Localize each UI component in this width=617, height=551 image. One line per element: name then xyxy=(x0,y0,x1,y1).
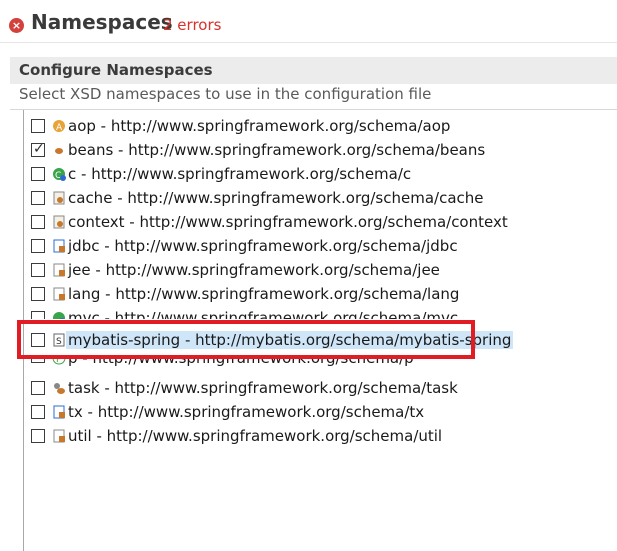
namespace-row-context[interactable]: context - http://www.springframework.org… xyxy=(24,211,617,235)
jdbc-icon xyxy=(51,238,67,254)
namespace-label: tx - http://www.springframework.org/sche… xyxy=(68,403,425,421)
namespace-row-jdbc[interactable]: jdbc - http://www.springframework.org/sc… xyxy=(24,235,617,259)
checkbox[interactable] xyxy=(31,381,45,395)
error-count[interactable]: 2 errors xyxy=(163,16,221,34)
namespace-row-util[interactable]: util - http://www.springframework.org/sc… xyxy=(24,425,617,449)
bean-icon xyxy=(51,142,67,158)
checkbox[interactable] xyxy=(31,405,45,419)
checkbox[interactable] xyxy=(31,287,45,301)
checkmark-icon: ✓ xyxy=(33,141,45,157)
namespace-label: aop - http://www.springframework.org/sch… xyxy=(68,117,451,135)
namespace-row-lang[interactable]: lang - http://www.springframework.org/sc… xyxy=(24,283,617,307)
namespace-label: jdbc - http://www.springframework.org/sc… xyxy=(68,237,458,255)
namespace-label: util - http://www.springframework.org/sc… xyxy=(68,427,443,445)
namespace-label: beans - http://www.springframework.org/s… xyxy=(68,141,486,159)
namespace-row-cache[interactable]: cache - http://www.springframework.org/s… xyxy=(24,187,617,211)
jee-icon xyxy=(51,262,67,278)
namespace-row-jee[interactable]: jee - http://www.springframework.org/sch… xyxy=(24,259,617,283)
namespace-row-beans[interactable]: ✓ beans - http://www.springframework.org… xyxy=(24,139,617,163)
namespace-row-mvc[interactable]: mvc - http://www.springframework.org/sch… xyxy=(24,307,617,319)
task-icon xyxy=(51,380,67,396)
svg-text:C: C xyxy=(55,171,61,181)
namespace-label: jee - http://www.springframework.org/sch… xyxy=(68,261,440,279)
checkbox[interactable] xyxy=(31,263,45,277)
checkbox[interactable] xyxy=(31,215,45,229)
aop-icon: A xyxy=(51,118,67,134)
namespace-row-tx[interactable]: tx - http://www.springframework.org/sche… xyxy=(24,401,617,425)
tx-icon xyxy=(51,404,67,420)
cache-icon xyxy=(51,190,67,206)
context-icon xyxy=(51,214,67,230)
namespace-label: lang - http://www.springframework.org/sc… xyxy=(68,285,460,303)
namespace-row-c[interactable]: C c - http://www.springframework.org/sch… xyxy=(24,163,617,187)
header-divider xyxy=(0,42,617,43)
util-icon xyxy=(51,428,67,444)
namespace-label: mvc - http://www.springframework.org/sch… xyxy=(68,309,459,319)
lang-icon xyxy=(51,286,67,302)
section-description: Select XSD namespaces to use in the conf… xyxy=(19,85,432,103)
mvc-icon xyxy=(51,310,67,319)
namespace-label: c - http://www.springframework.org/schem… xyxy=(68,165,412,183)
checkbox[interactable] xyxy=(31,119,45,133)
section-title: Configure Namespaces xyxy=(19,61,213,79)
namespace-label: cache - http://www.springframework.org/s… xyxy=(68,189,484,207)
namespace-row-aop[interactable]: A aop - http://www.springframework.org/s… xyxy=(24,115,617,139)
highlight-annotation xyxy=(17,320,475,359)
namespace-label: task - http://www.springframework.org/sc… xyxy=(68,379,458,397)
checkbox[interactable]: ✓ xyxy=(31,141,45,157)
c-namespace-icon: C xyxy=(51,166,67,182)
checkbox[interactable] xyxy=(31,311,45,319)
checkbox[interactable] xyxy=(31,191,45,205)
checkbox[interactable] xyxy=(31,167,45,181)
svg-text:A: A xyxy=(56,123,63,133)
checkbox[interactable] xyxy=(31,429,45,443)
checkbox[interactable] xyxy=(31,239,45,253)
page-title: Namespaces xyxy=(31,10,173,34)
error-icon: × xyxy=(9,18,24,33)
namespace-row-task[interactable]: task - http://www.springframework.org/sc… xyxy=(24,377,617,401)
namespaces-header: × Namespaces 2 errors xyxy=(0,0,617,46)
namespace-label: context - http://www.springframework.org… xyxy=(68,213,508,231)
section-header: Configure Namespaces xyxy=(10,57,617,84)
